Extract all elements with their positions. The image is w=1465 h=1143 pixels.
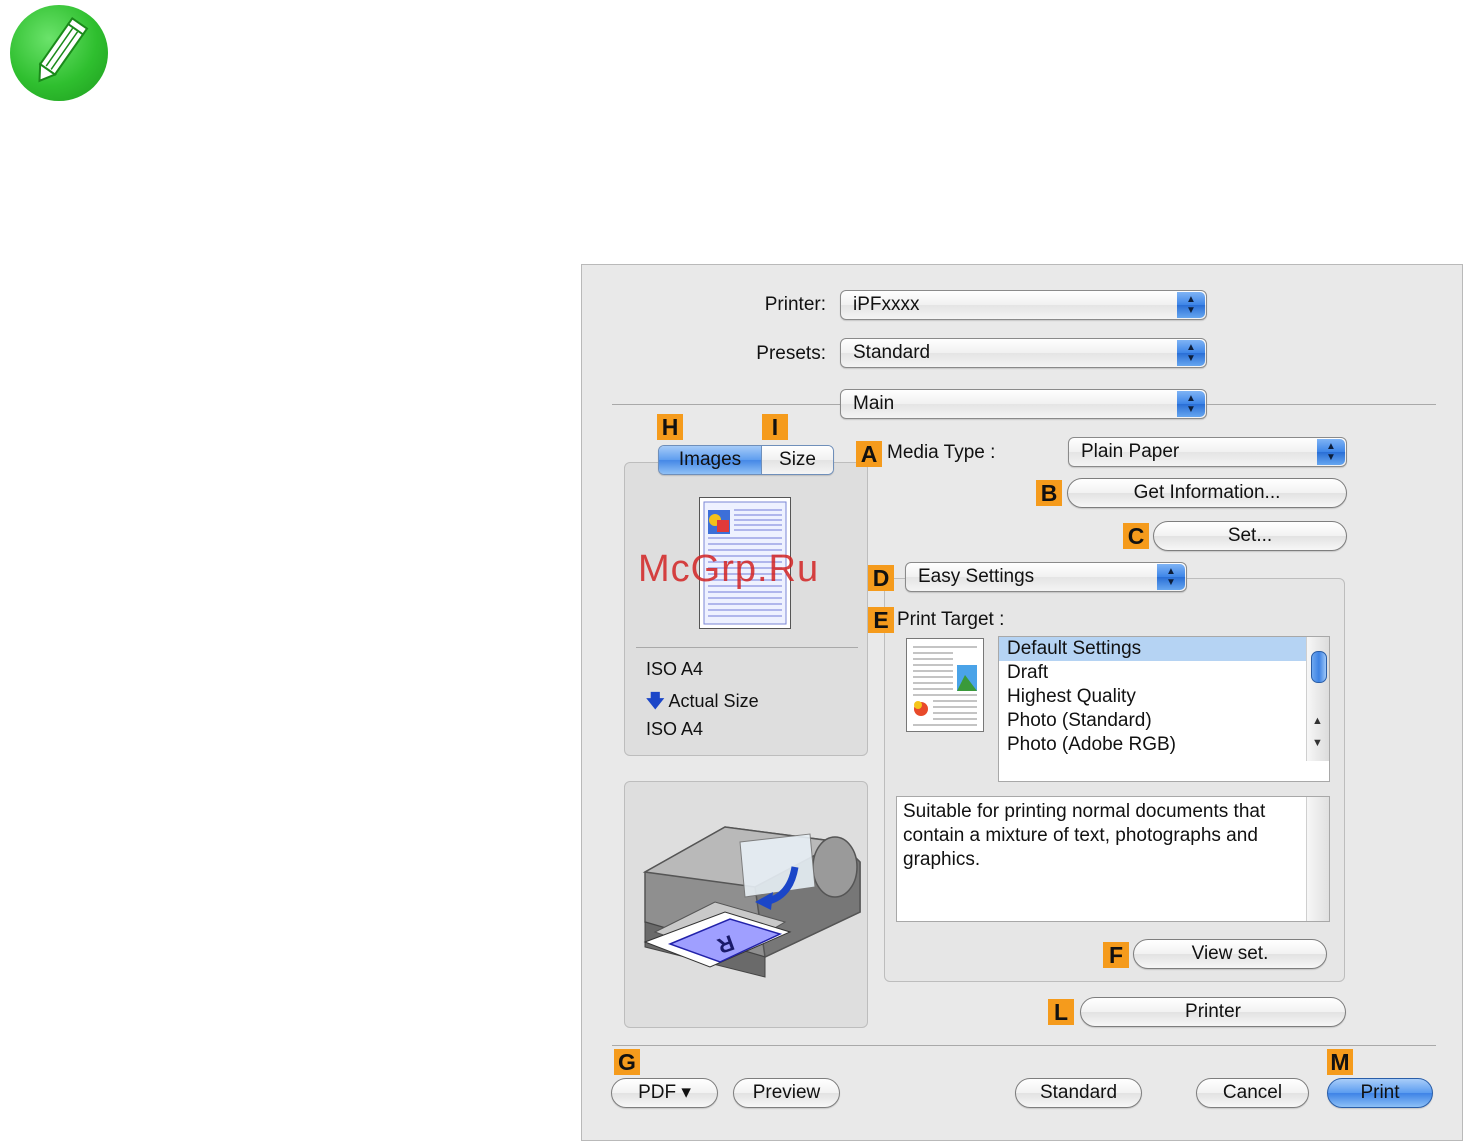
callout-i: I: [762, 414, 788, 440]
paper-size-bottom: ISO A4: [646, 719, 704, 739]
callout-c: C: [1123, 523, 1149, 549]
callout-a: A: [856, 441, 882, 467]
list-item[interactable]: Draft: [999, 661, 1307, 685]
printer-button[interactable]: Printer: [1080, 997, 1346, 1027]
watermark-text: McGrp.Ru: [638, 548, 820, 590]
print-target-list[interactable]: Default Settings Draft Highest Quality Phot…: [998, 636, 1330, 782]
large-format-printer-icon: R: [642, 826, 861, 978]
list-scrollbar[interactable]: ▲ ▼: [1306, 637, 1329, 761]
printer-value: iPFxxxx: [853, 294, 920, 315]
callout-e: E: [868, 607, 894, 633]
cancel-button[interactable]: Cancel: [1196, 1078, 1309, 1108]
print-target-description: Suitable for printing normal documents t…: [896, 796, 1330, 922]
media-type-label: Media Type :: [887, 442, 996, 463]
set-button[interactable]: Set...: [1153, 521, 1347, 551]
callout-b: B: [1036, 480, 1062, 506]
presets-label: Presets:: [756, 343, 826, 364]
tab-images[interactable]: Images: [659, 446, 762, 474]
presets-value: Standard: [853, 342, 931, 363]
note-pencil-icon: [10, 5, 108, 101]
preview-button[interactable]: Preview: [733, 1078, 840, 1108]
scale-row: 🡇 Actual Size: [646, 689, 759, 719]
pane-popup[interactable]: Main ▲ ▼: [840, 389, 1207, 419]
callout-m: M: [1327, 1049, 1353, 1075]
printer-popup[interactable]: iPFxxxx ▲ ▼: [840, 290, 1207, 320]
presets-popup[interactable]: Standard ▲ ▼: [840, 338, 1207, 368]
media-type-value: Plain Paper: [1081, 441, 1180, 462]
tab-size[interactable]: Size: [762, 446, 833, 474]
up-down-arrows-icon: ▲ ▼: [1177, 391, 1205, 417]
settings-mode-popup[interactable]: Easy Settings ▲ ▼: [905, 562, 1187, 592]
down-arrow-icon: 🡇: [646, 691, 665, 711]
callout-f: F: [1103, 942, 1129, 968]
preview-divider: [636, 647, 858, 648]
list-item[interactable]: Default Settings: [999, 637, 1307, 661]
media-type-popup[interactable]: Plain Paper ▲ ▼: [1068, 437, 1347, 467]
paper-size-top: ISO A4: [646, 659, 704, 679]
callout-g: G: [614, 1049, 640, 1075]
callout-d: D: [868, 565, 894, 591]
scale-label: Actual Size: [668, 691, 759, 711]
printer-label: Printer:: [764, 294, 826, 315]
description-text: Suitable for printing normal documents t…: [903, 801, 1266, 870]
description-scrollbar[interactable]: [1306, 797, 1329, 921]
up-down-arrows-icon: ▲ ▼: [1157, 564, 1185, 590]
list-item[interactable]: Photo (Standard): [999, 709, 1307, 733]
up-down-arrows-icon: ▲ ▼: [1177, 292, 1205, 318]
preview-tab-segment: Images Size: [658, 445, 834, 475]
list-item[interactable]: Photo (Adobe RGB): [999, 733, 1307, 757]
view-set-button[interactable]: View set.: [1133, 939, 1327, 969]
standard-button[interactable]: Standard: [1015, 1078, 1142, 1108]
scroll-thumb[interactable]: [1311, 651, 1327, 683]
callout-h: H: [657, 414, 683, 440]
callout-l: L: [1048, 999, 1074, 1025]
list-item[interactable]: Highest Quality: [999, 685, 1307, 709]
print-target-label: Print Target :: [897, 609, 1005, 630]
divider-bottom: [612, 1045, 1436, 1046]
pdf-menu-button[interactable]: PDF ▾: [611, 1078, 718, 1108]
up-down-arrows-icon: ▲ ▼: [1177, 340, 1205, 366]
print-target-thumbnail: [906, 638, 984, 732]
pane-value: Main: [853, 393, 895, 414]
print-button[interactable]: Print: [1327, 1078, 1433, 1108]
get-information-button[interactable]: Get Information...: [1067, 478, 1347, 508]
up-down-arrows-icon: ▲ ▼: [1317, 439, 1345, 465]
printer-illustration-panel: R: [624, 781, 868, 1028]
settings-mode-value: Easy Settings: [918, 566, 1035, 587]
scroll-down-icon[interactable]: ▼: [1312, 737, 1323, 749]
scroll-up-icon[interactable]: ▲: [1312, 715, 1323, 727]
